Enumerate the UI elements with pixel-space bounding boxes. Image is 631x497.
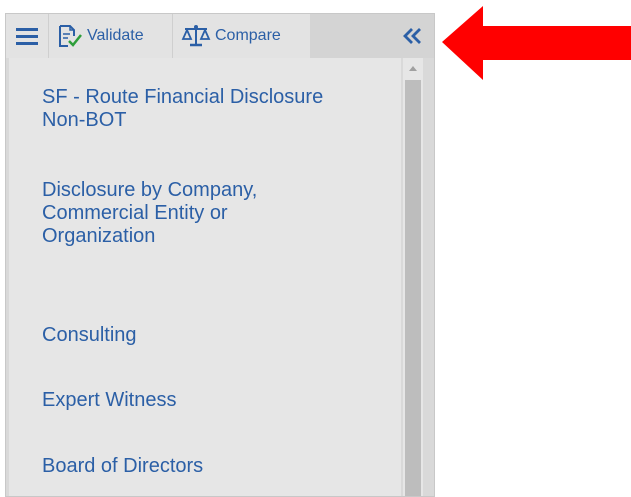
scroll-up-arrow-icon[interactable] — [403, 58, 423, 78]
nav-list: SF - Route Financial Disclosure Non-BOT … — [9, 58, 401, 496]
validate-label: Validate — [87, 27, 144, 44]
nav-item-board-of-directors[interactable]: Board of Directors — [42, 455, 342, 478]
double-chevron-left-icon — [403, 27, 423, 45]
menu-button[interactable] — [6, 14, 48, 58]
nav-item-disclosure-by-company[interactable]: Disclosure by Company, Commercial Entity… — [42, 179, 282, 248]
compare-button[interactable]: Compare — [172, 14, 310, 58]
vertical-scrollbar[interactable] — [403, 58, 423, 496]
balance-scale-icon — [181, 24, 211, 48]
compare-label: Compare — [215, 27, 281, 44]
nav-item-sf-route-financial-disclosure[interactable]: SF - Route Financial Disclosure Non-BOT — [42, 86, 342, 132]
toolbar-spacer — [310, 14, 392, 58]
app-window: Validate Compare SF - Route Financial Di… — [0, 0, 631, 497]
navigation-panel: Validate Compare SF - Route Financial Di… — [5, 13, 435, 497]
document-check-icon — [57, 24, 83, 48]
panel-toolbar: Validate Compare — [6, 14, 434, 58]
scrollbar-thumb[interactable] — [405, 80, 421, 496]
red-pointer-arrow-icon — [438, 4, 631, 84]
hamburger-menu-icon — [16, 27, 38, 45]
nav-item-expert-witness[interactable]: Expert Witness — [42, 389, 342, 412]
nav-item-consulting[interactable]: Consulting — [42, 324, 342, 347]
collapse-panel-button[interactable] — [392, 14, 434, 58]
validate-button[interactable]: Validate — [48, 14, 172, 58]
